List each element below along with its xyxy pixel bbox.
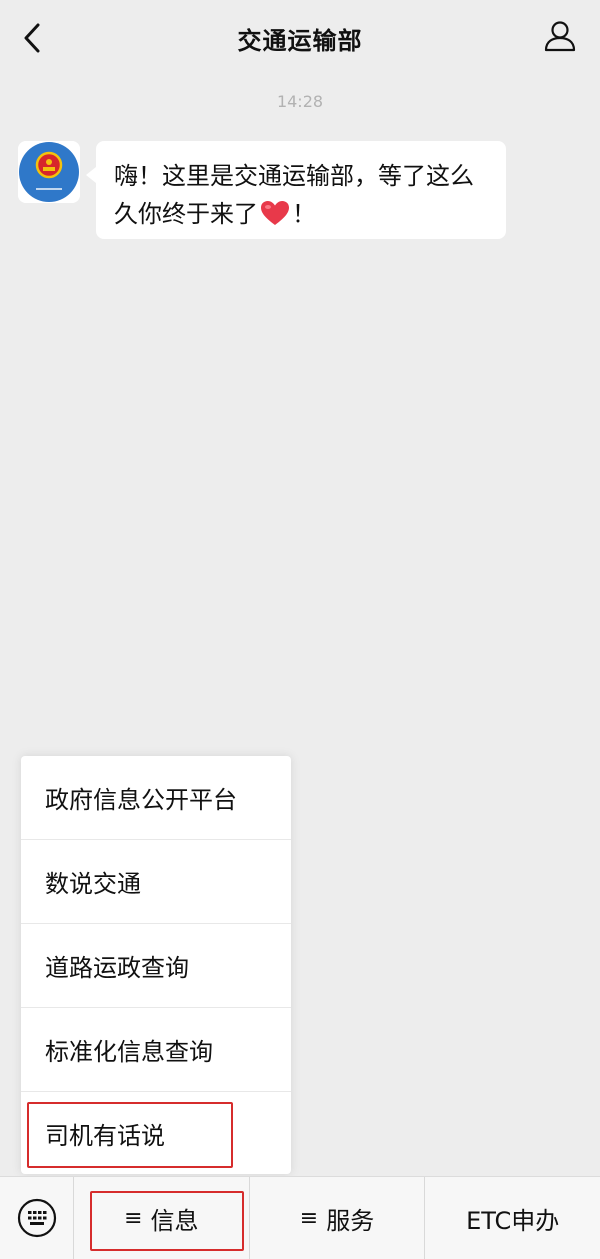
- info-submenu: 政府信息公开平台 数说交通 道路运政查询 标准化信息查询 司机有话说: [21, 756, 291, 1174]
- heart-emoji-icon: [260, 199, 290, 237]
- menu-item-label: 标准化信息查询: [45, 1038, 213, 1066]
- avatar[interactable]: [18, 141, 80, 203]
- person-icon: [544, 21, 576, 52]
- tab-label: 信息: [150, 1206, 199, 1235]
- bottom-menu-bar: ≡ 信息 ≡ 服务 ETC申办: [0, 1176, 600, 1259]
- tab-etc-apply[interactable]: ETC申办: [424, 1176, 600, 1259]
- menu-lines-icon: ≡: [124, 1205, 143, 1231]
- back-button[interactable]: [14, 18, 50, 58]
- menu-item-label: 数说交通: [45, 870, 141, 898]
- tab-label: ETC申办: [466, 1206, 560, 1235]
- menu-item-road-transport-query[interactable]: 道路运政查询: [21, 924, 291, 1008]
- menu-item-data-transport[interactable]: 数说交通: [21, 840, 291, 924]
- keyboard-icon: [17, 1198, 56, 1238]
- menu-item-label: 道路运政查询: [45, 954, 189, 982]
- nav-header: 交通运输部: [0, 0, 600, 76]
- menu-lines-icon: ≡: [299, 1205, 319, 1231]
- tab-info[interactable]: ≡ 信息: [74, 1177, 249, 1259]
- menu-item-standardization-query[interactable]: 标准化信息查询: [21, 1008, 291, 1092]
- menu-item-driver-feedback[interactable]: 司机有话说: [21, 1092, 291, 1174]
- message-timestamp: 14:28: [276, 92, 324, 111]
- ministry-emblem-icon: [18, 141, 80, 203]
- chevron-left-icon: [24, 23, 40, 53]
- menu-item-label: 政府信息公开平台: [45, 786, 237, 814]
- page-title: 交通运输部: [237, 26, 363, 55]
- tab-label: 服务: [326, 1206, 375, 1235]
- menu-item-label: 司机有话说: [45, 1121, 165, 1150]
- menu-item-gov-info-platform[interactable]: 政府信息公开平台: [21, 756, 291, 840]
- message-text-end: ！: [292, 200, 316, 228]
- tab-services[interactable]: ≡ 服务: [248, 1176, 425, 1259]
- keyboard-toggle-button[interactable]: [0, 1176, 74, 1259]
- profile-button[interactable]: [540, 16, 580, 56]
- message-bubble[interactable]: 嗨！这里是交通运输部，等了这么久你终于来了 ！: [86, 141, 506, 239]
